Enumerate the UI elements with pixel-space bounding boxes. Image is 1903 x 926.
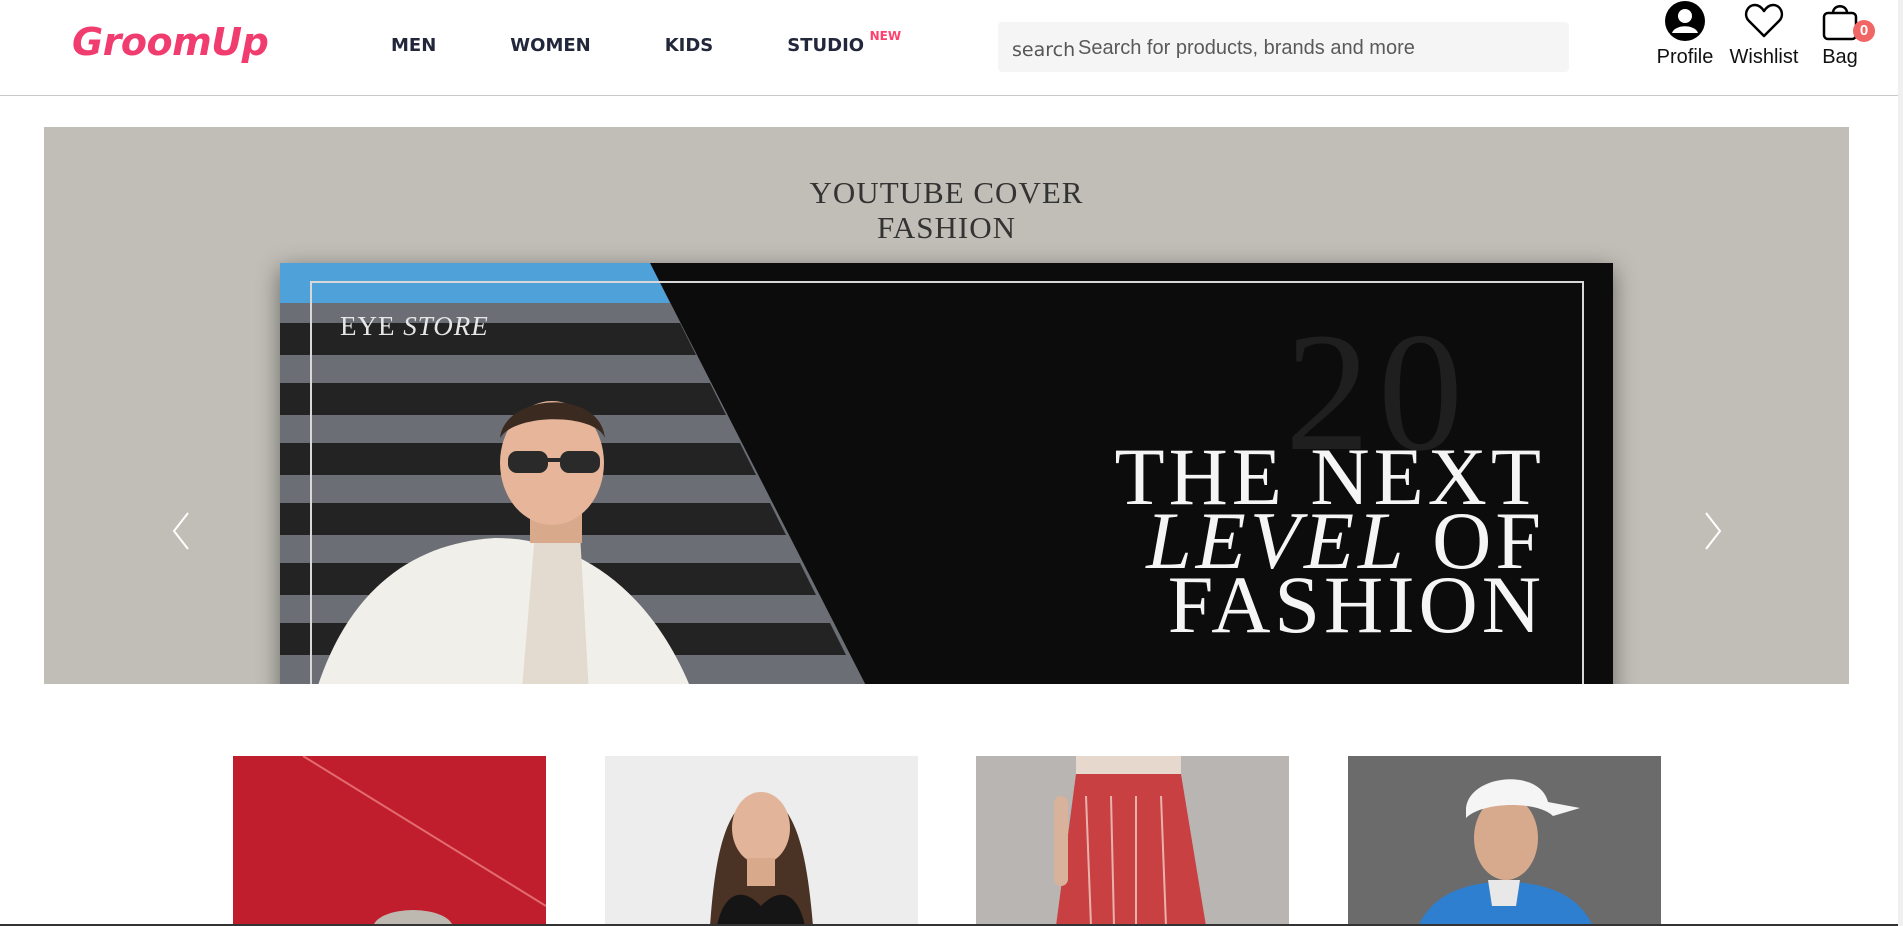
tile-image-womens-skirt [976, 756, 1289, 926]
tile-image-womens-top [605, 756, 918, 926]
search-input[interactable] [1076, 30, 1560, 66]
banner-title: YOUTUBE COVER FASHION [44, 175, 1849, 245]
main-nav: MEN WOMEN KIDS STUDIO NEW [391, 29, 938, 56]
bag-count-badge: 0 [1853, 20, 1875, 42]
store-name-italic: STORE [403, 311, 489, 341]
wishlist-button[interactable]: Wishlist [1728, 0, 1800, 69]
nav-item-label: STUDIO [787, 35, 865, 56]
headline-line3: FASHION [1167, 559, 1545, 650]
profile-label: Profile [1656, 46, 1714, 68]
banner-title-line1: YOUTUBE COVER [809, 175, 1084, 210]
page-scrollbar[interactable] [1898, 0, 1903, 926]
user-circle-icon [1665, 1, 1705, 41]
search-bar[interactable]: search [998, 22, 1569, 72]
store-name: EYE STORE [340, 311, 489, 342]
banner-headline: THE NEXT LEVEL OF FASHION [1114, 436, 1545, 650]
chevron-right-icon [1705, 512, 1722, 550]
carousel-next-button[interactable] [1698, 507, 1728, 555]
nav-item-label: WOMEN [510, 35, 591, 56]
banner-title-line2: FASHION [876, 210, 1017, 245]
new-badge: NEW [869, 29, 902, 43]
bag-button[interactable]: 0 Bag [1815, 0, 1875, 69]
search-label: search [1012, 39, 1076, 61]
nav-item-women[interactable]: WOMEN [510, 35, 590, 56]
nav-item-label: MEN [391, 35, 437, 56]
store-name-plain: EYE [340, 311, 404, 341]
heart-icon [1744, 3, 1784, 38]
nav-item-studio[interactable]: STUDIO NEW [787, 29, 901, 56]
profile-button[interactable]: Profile [1655, 0, 1715, 69]
product-tile-womens-skirt[interactable] [976, 756, 1289, 926]
hero-carousel: YOUTUBE COVER FASHION EYE STORE 20 THE N… [44, 127, 1849, 684]
wishlist-label: Wishlist [1729, 46, 1799, 68]
product-tile-womens-top[interactable] [605, 756, 918, 926]
nav-item-label: KIDS [664, 35, 714, 56]
bag-label: Bag [1822, 46, 1858, 68]
product-tile-accessories[interactable] [233, 756, 546, 926]
tile-image-mens-sportswear [1348, 756, 1661, 926]
chevron-left-icon [172, 512, 189, 550]
nav-item-men[interactable]: MEN [391, 35, 436, 56]
nav-item-kids[interactable]: KIDS [665, 35, 714, 56]
brand-logo[interactable]: GroomUp [72, 20, 269, 64]
banner-poster: EYE STORE 20 THE NEXT LEVEL OF FASHION [280, 263, 1613, 684]
product-tile-mens-sportswear[interactable] [1348, 756, 1661, 926]
carousel-prev-button[interactable] [166, 507, 196, 555]
site-header: GroomUp MEN WOMEN KIDS STUDIO NEW search … [0, 0, 1898, 96]
tile-image-accessories [233, 756, 546, 926]
